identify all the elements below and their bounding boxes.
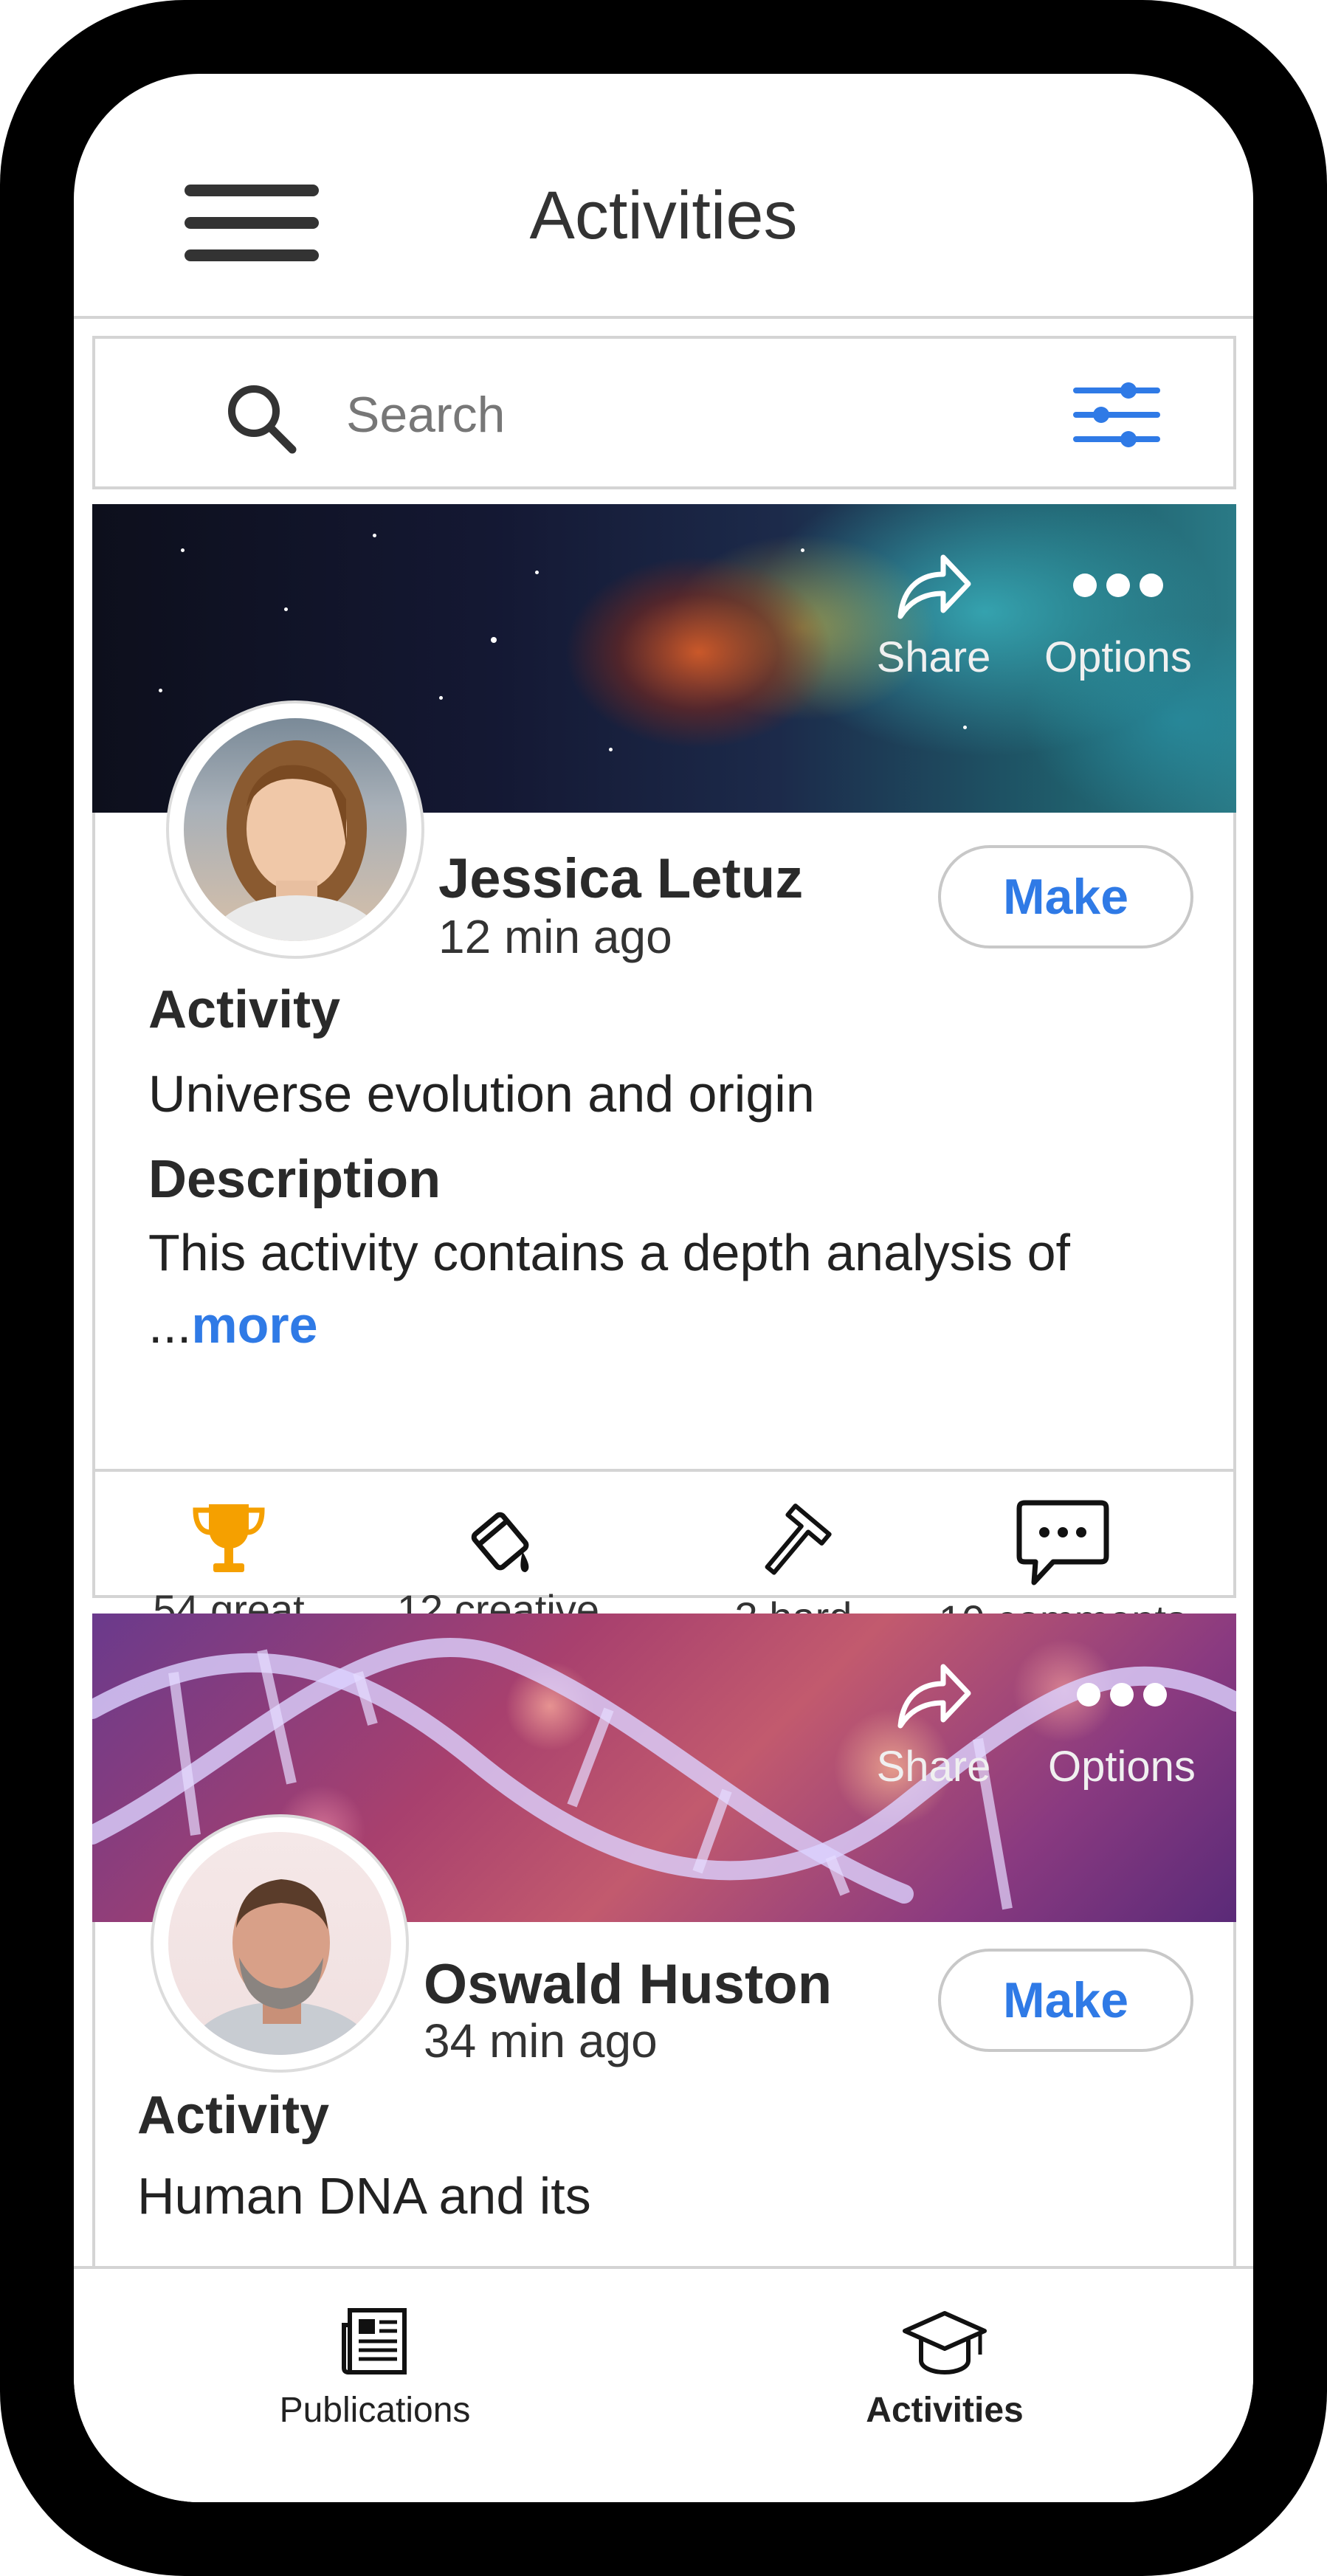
activity-card: Share Options <box>92 504 1236 1643</box>
page-title: Activities <box>529 178 798 253</box>
ellipsis: ... <box>148 1296 192 1354</box>
author-name[interactable]: Oswald Huston <box>424 1952 832 2017</box>
trophy-icon <box>193 1504 265 1572</box>
hammer-icon <box>765 1504 832 1575</box>
search-input[interactable] <box>346 379 1010 450</box>
description-text: This activity contains a depth analysis … <box>148 1224 1070 1281</box>
make-button[interactable]: Make <box>938 845 1193 948</box>
paint-bucket-icon <box>471 1512 529 1572</box>
make-button[interactable]: Make <box>938 1949 1193 2052</box>
nav-item-activities[interactable]: Activities <box>790 2306 1100 2431</box>
nav-item-publications[interactable]: Publications <box>220 2306 530 2431</box>
activity-heading: Activity <box>137 2086 330 2145</box>
more-dots-icon <box>1073 574 1163 597</box>
description-heading: Description <box>148 1150 441 1209</box>
timestamp: 34 min ago <box>424 2014 658 2067</box>
more-link[interactable]: more <box>191 1296 317 1354</box>
timestamp: 12 min ago <box>438 910 672 963</box>
newspaper-icon <box>342 2308 407 2374</box>
avatar[interactable] <box>166 700 424 959</box>
bottom-navigation: Publications Activities <box>74 2266 1253 2502</box>
activity-heading: Activity <box>148 980 341 1039</box>
share-button[interactable]: Share <box>860 1658 1007 1805</box>
person-photo-icon <box>208 740 385 941</box>
options-button[interactable]: Options <box>1048 1658 1196 1805</box>
description-more-line: ...more <box>148 1295 318 1354</box>
phone-screen: Activities Search Share Options Jessica … <box>74 74 1253 2502</box>
options-button[interactable]: Options <box>1044 548 1192 696</box>
search-bar <box>92 336 1236 489</box>
share-icon <box>897 1664 971 1729</box>
phone-frame: Activities Search Share Options Jessica … <box>0 0 1327 2576</box>
avatar[interactable] <box>151 1814 409 2073</box>
author-name[interactable]: Jessica Letuz <box>438 847 803 911</box>
reaction-stats-bar: 54 great 12 creative <box>92 1469 1236 1643</box>
options-label: Options <box>1044 633 1192 681</box>
graduation-cap-icon <box>903 2311 987 2375</box>
share-button[interactable]: Share <box>860 548 1007 696</box>
person-photo-icon <box>185 1879 377 2055</box>
options-label: Options <box>1048 1743 1196 1791</box>
share-icon <box>897 554 971 619</box>
search-icon <box>228 385 297 454</box>
share-label: Share <box>876 633 991 681</box>
activity-text: Universe evolution and origin <box>148 1065 815 1123</box>
more-dots-icon <box>1077 1683 1167 1707</box>
share-label: Share <box>876 1743 991 1791</box>
nav-label-publications: Publications <box>279 2391 471 2430</box>
app-header: Activities <box>74 74 1253 319</box>
nav-label-activities: Activities <box>866 2391 1024 2430</box>
comment-bubble-icon <box>1016 1500 1109 1585</box>
activity-card: Share Options <box>92 1614 1236 2352</box>
sliders-icon[interactable] <box>1073 382 1160 448</box>
activity-text: Human DNA and its <box>137 2167 591 2225</box>
